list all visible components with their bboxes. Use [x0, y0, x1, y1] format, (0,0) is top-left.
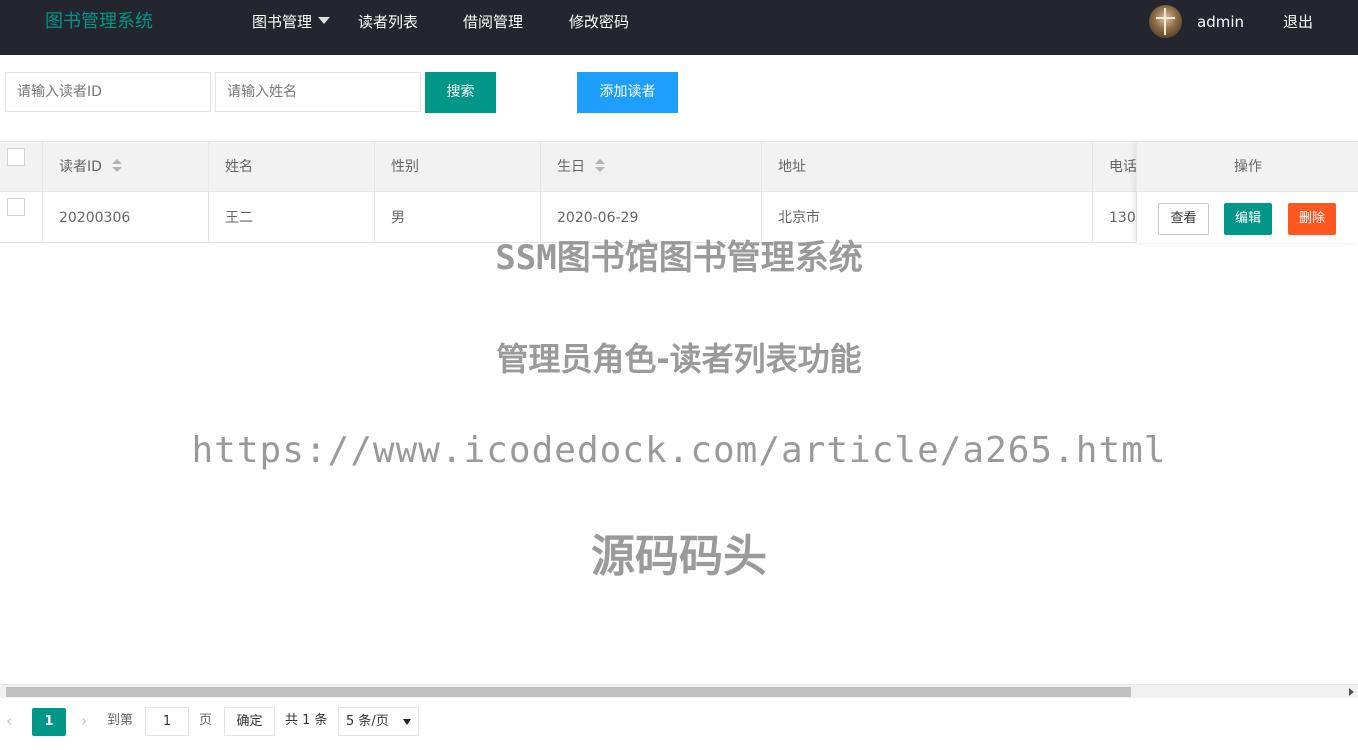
page-label: 页: [199, 713, 213, 728]
cell-phone: 130: [1109, 210, 1136, 226]
column-header-birthday[interactable]: 生日: [557, 157, 605, 177]
actions-column: 操作 查看 编辑 删除: [1136, 142, 1358, 243]
column-divider: [540, 142, 541, 243]
scroll-right-icon[interactable]: [1349, 688, 1354, 696]
column-divider: [761, 142, 762, 243]
caret-down-icon: [318, 17, 331, 24]
column-label: 读者ID: [59, 159, 102, 175]
nav-borrow-management[interactable]: 借阅管理: [463, 12, 523, 32]
goto-label: 到第: [107, 713, 134, 728]
top-header: 图书管理系统 图书管理 读者列表 借阅管理 修改密码 admin 退出: [0, 0, 1358, 55]
cell-birthday: 2020-06-29: [557, 210, 639, 226]
watermark-subtitle: 管理员角色-读者列表功能: [496, 340, 862, 378]
column-divider: [374, 142, 375, 243]
nav-reader-list[interactable]: 读者列表: [358, 12, 418, 32]
edit-button[interactable]: 编辑: [1224, 203, 1272, 235]
sort-icon[interactable]: [595, 159, 605, 173]
next-page-icon[interactable]: ›: [81, 711, 87, 731]
column-divider: [42, 142, 43, 243]
sort-icon[interactable]: [111, 159, 122, 173]
column-divider: [208, 142, 209, 243]
horizontal-scrollbar[interactable]: [0, 684, 1358, 698]
select-all-checkbox[interactable]: [7, 148, 25, 166]
prev-page-icon[interactable]: ‹: [6, 711, 12, 731]
column-header-phone: 电话: [1109, 159, 1136, 175]
column-label: 生日: [557, 159, 585, 175]
search-button[interactable]: 搜索: [425, 72, 496, 113]
nav-change-password[interactable]: 修改密码: [569, 12, 629, 32]
nav-book-management[interactable]: 图书管理: [252, 12, 331, 32]
page-number-input[interactable]: 1: [145, 707, 189, 736]
name-input[interactable]: [215, 72, 421, 112]
confirm-button[interactable]: 确定: [224, 707, 275, 736]
reader-id-input[interactable]: [5, 72, 211, 112]
delete-button[interactable]: 删除: [1288, 203, 1336, 235]
add-reader-button[interactable]: 添加读者: [577, 72, 678, 113]
scrollbar-thumb[interactable]: [6, 687, 1131, 697]
column-header-actions: 操作: [1137, 142, 1358, 192]
app-logo[interactable]: 图书管理系统: [45, 10, 153, 34]
current-page[interactable]: 1: [32, 708, 66, 736]
total-count: 共 1 条: [285, 713, 328, 728]
view-button[interactable]: 查看: [1158, 203, 1209, 235]
column-header-name: 姓名: [225, 159, 253, 175]
cell-name: 王二: [225, 210, 253, 226]
reader-table: 读者ID 姓名 性别 生日 地址 电话 20200306 王二 男 2020-0…: [0, 141, 1358, 243]
watermark-url: https://www.icodedock.com/article/a265.h…: [191, 430, 1167, 471]
logout-link[interactable]: 退出: [1283, 12, 1313, 32]
page-size-select[interactable]: 5 条/页: [338, 707, 419, 736]
pagination: ‹ 1 › 到第 1 页 确定 共 1 条 5 条/页: [0, 699, 1358, 750]
row-checkbox[interactable]: [7, 198, 25, 216]
column-header-gender: 性别: [391, 159, 419, 175]
nav-label: 图书管理: [252, 13, 313, 31]
cell-gender: 男: [391, 210, 405, 226]
cell-reader-id: 20200306: [59, 210, 131, 226]
cell-address: 北京市: [778, 210, 820, 226]
column-divider: [1092, 142, 1093, 243]
user-name[interactable]: admin: [1197, 12, 1244, 32]
page-size-value: 5 条/页: [346, 714, 389, 729]
column-header-reader-id[interactable]: 读者ID: [59, 157, 122, 177]
column-header-address: 地址: [778, 159, 806, 175]
avatar[interactable]: [1149, 5, 1182, 38]
watermark-brand: 源码码头: [591, 531, 767, 582]
